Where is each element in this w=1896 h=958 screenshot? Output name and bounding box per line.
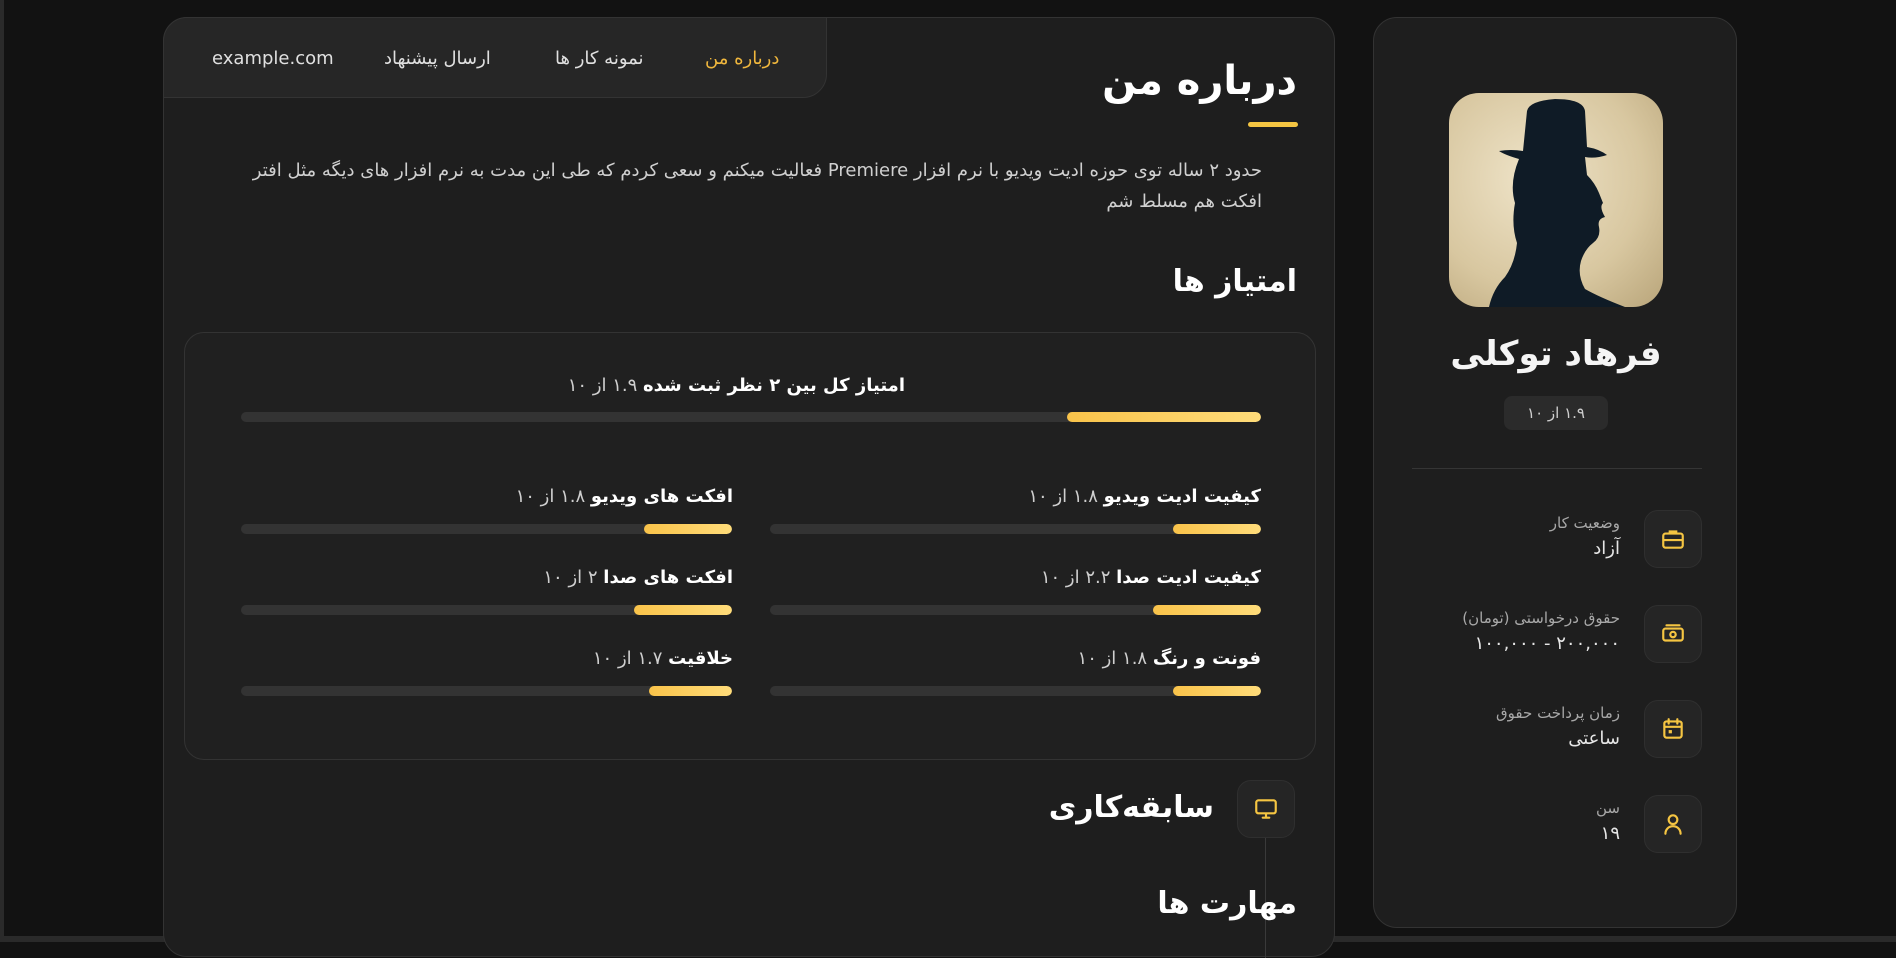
nav-link-send-offer[interactable]: ارسال پیشنهاد <box>384 48 491 69</box>
profile-name: فرهاد توکلی <box>1450 334 1662 374</box>
about-title-underline <box>1248 122 1298 127</box>
overall-score-fill <box>1067 412 1261 422</box>
score-fill-audio-edit <box>1152 605 1261 615</box>
calendar-icon <box>1644 700 1702 758</box>
sidebar-divider <box>1412 468 1702 469</box>
monitor-icon <box>1255 799 1277 819</box>
score-label-video-edit: کیفیت ادیت ویدیو ۱.۸ از ۱۰ <box>1028 486 1261 507</box>
info-label-salary: حقوق درخواستی (تومان) <box>1462 609 1620 627</box>
score-fill-font-color <box>1172 686 1261 696</box>
scores-title: امتیاز ها <box>1172 264 1297 299</box>
score-bar-font-color <box>770 686 1261 696</box>
score-label-creativity: خلاقیت ۱.۷ از ۱۰ <box>592 648 733 669</box>
score-fill-video-effects <box>643 524 732 534</box>
info-label-age: سن <box>1596 799 1620 817</box>
info-row-salary: حقوق درخواستی (تومان) ۲۰۰,۰۰۰ - ۱۰۰,۰۰۰ <box>1374 605 1738 669</box>
score-label-video-effects: افکت های ویدیو ۱.۸ از ۱۰ <box>515 486 733 507</box>
money-icon <box>1644 605 1702 663</box>
scores-card: امتیاز کل بین ۲ نظر ثبت شده ۱.۹ از ۱۰ کی… <box>184 332 1316 760</box>
info-value-salary: ۲۰۰,۰۰۰ - ۱۰۰,۰۰۰ <box>1474 633 1620 654</box>
work-history-title: سابقه‌کاری <box>1048 790 1214 825</box>
briefcase-icon <box>1644 510 1702 568</box>
info-value-work-status: آزاد <box>1593 538 1620 559</box>
about-text: حدود ۲ ساله توی حوزه ادیت ویدیو با نرم ا… <box>252 160 1262 212</box>
top-navigation: example.com ارسال پیشنهاد نمونه کار ها د… <box>163 17 827 98</box>
nav-link-about[interactable]: درباره من <box>705 48 779 69</box>
score-fill-audio-effects <box>633 605 732 615</box>
score-bar-audio-effects <box>241 605 732 615</box>
avatar <box>1449 93 1663 307</box>
about-title: درباره من <box>1102 58 1297 104</box>
score-fill-video-edit <box>1172 524 1261 534</box>
score-bar-creativity <box>241 686 732 696</box>
score-fill-creativity <box>648 686 732 696</box>
info-value-pay-time: ساعتی <box>1568 728 1620 749</box>
score-bar-video-effects <box>241 524 732 534</box>
overall-score-label: امتیاز کل بین ۲ نظر ثبت شده ۱.۹ از ۱۰ <box>567 375 905 396</box>
info-row-pay-time: زمان پرداخت حقوق ساعتی <box>1374 700 1738 764</box>
score-label-font-color: فونت و رنگ ۱.۸ از ۱۰ <box>1077 648 1261 669</box>
profile-rating-badge: ۱.۹ از ۱۰ <box>1504 396 1608 430</box>
overall-score-bar <box>241 412 1261 422</box>
user-icon <box>1644 795 1702 853</box>
info-row-age: سن ۱۹ <box>1374 795 1738 859</box>
silhouette-portrait-icon <box>1489 99 1625 307</box>
score-bar-audio-edit <box>770 605 1261 615</box>
nav-link-portfolio[interactable]: نمونه کار ها <box>555 48 644 69</box>
score-bar-video-edit <box>770 524 1261 534</box>
info-label-work-status: وضعیت کار <box>1549 514 1620 532</box>
skills-title: مهارت ها <box>1157 886 1297 921</box>
info-label-pay-time: زمان پرداخت حقوق <box>1496 704 1620 722</box>
window-left-edge <box>0 0 4 942</box>
info-row-work-status: وضعیت کار آزاد <box>1374 510 1738 574</box>
nav-link-website[interactable]: example.com <box>212 48 334 69</box>
main-panel: example.com ارسال پیشنهاد نمونه کار ها د… <box>163 17 1335 958</box>
profile-sidebar: فرهاد توکلی ۱.۹ از ۱۰ وضعیت کار آزاد حقو… <box>1373 17 1737 928</box>
work-history-icon-box <box>1237 780 1295 838</box>
score-label-audio-edit: کیفیت ادیت صدا ۲.۲ از ۱۰ <box>1040 567 1261 588</box>
score-label-audio-effects: افکت های صدا ۲ از ۱۰ <box>543 567 733 588</box>
info-value-age: ۱۹ <box>1600 823 1620 844</box>
